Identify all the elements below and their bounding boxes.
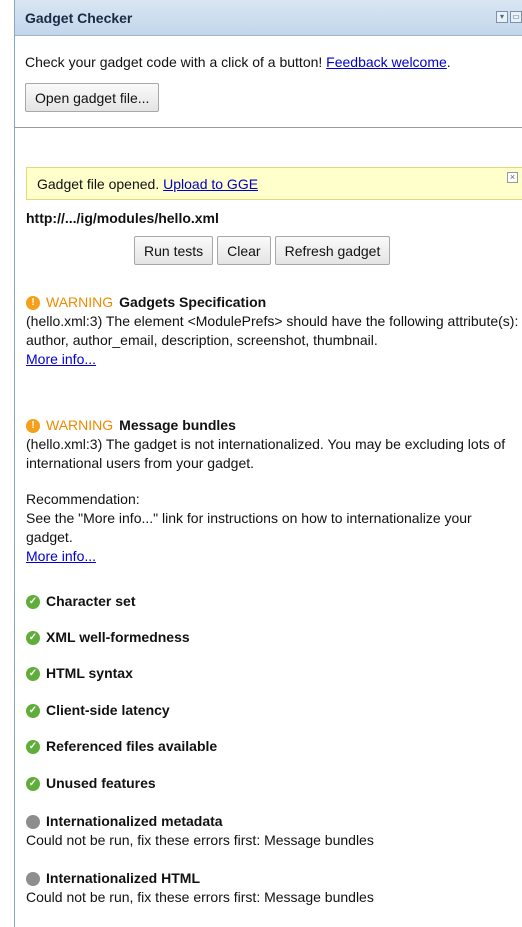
check-icon: ✓ (26, 703, 40, 718)
check-icon: ✓ (26, 739, 40, 754)
result-internationalized-metadata: Internationalized metadata Could not be … (26, 812, 522, 850)
result-passed: ✓ Client-side latency (26, 701, 522, 720)
check-icon: ✓ (26, 666, 40, 681)
result-message: (hello.xml:3) The gadget is not internat… (26, 436, 506, 471)
result-passed: ✓ Referenced files available (26, 737, 522, 756)
open-gadget-file-button[interactable]: Open gadget file... (25, 83, 160, 112)
refresh-gadget-button[interactable]: Refresh gadget (274, 236, 391, 265)
not-run-icon (26, 814, 40, 829)
not-run-icon (26, 871, 40, 886)
result-passed: ✓ Unused features (26, 774, 522, 793)
result-message: (hello.xml:3) The element <ModulePrefs> … (26, 313, 519, 348)
upload-to-gge-link[interactable]: Upload to GGE (163, 176, 258, 192)
clear-button[interactable]: Clear (217, 236, 271, 265)
warning-label: WARNING (46, 417, 114, 433)
check-icon: ✓ (26, 594, 40, 609)
result-passed: ✓ Character set (26, 592, 522, 611)
action-buttons: Run tests Clear Refresh gadget (134, 236, 391, 265)
dropdown-menu-icon[interactable]: ▾ (496, 11, 508, 23)
run-tests-button[interactable]: Run tests (134, 236, 214, 265)
panel-title: Gadget Checker (25, 9, 133, 26)
result-passed: ✓ HTML syntax (26, 664, 522, 683)
intro-text: Check your gadget code with a click of a… (25, 54, 451, 70)
recommendation-label: Recommendation: (26, 491, 140, 507)
warning-label: WARNING (46, 294, 114, 310)
more-info-link[interactable]: More info... (26, 548, 96, 564)
titlebar-controls: ▾ ▭ (496, 11, 522, 23)
recommendation-text: See the "More info..." link for instruct… (26, 510, 472, 545)
feedback-link[interactable]: Feedback welcome (326, 54, 447, 70)
check-icon: ✓ (26, 630, 40, 645)
result-passed: ✓ XML well-formedness (26, 628, 522, 647)
result-message: Could not be run, fix these errors first… (26, 832, 374, 848)
check-icon: ✓ (26, 776, 40, 791)
result-message: Could not be run, fix these errors first… (26, 889, 374, 905)
warning-icon: ! (26, 295, 40, 310)
result-title: Gadgets Specification (119, 294, 267, 310)
result-title: Message bundles (119, 417, 236, 433)
result-gadgets-specification: ! WARNING Gadgets Specification (hello.x… (26, 293, 522, 369)
close-icon[interactable]: × (507, 172, 518, 183)
panel-titlebar: Gadget Checker ▾ ▭ (15, 0, 522, 36)
result-message-bundles: ! WARNING Message bundles (hello.xml:3) … (26, 416, 522, 566)
divider (15, 127, 522, 128)
result-internationalized-html: Internationalized HTML Could not be run,… (26, 869, 522, 907)
gadget-file-url: http://.../ig/modules/hello.xml (26, 210, 219, 226)
more-info-link[interactable]: More info... (26, 351, 96, 367)
maximize-icon[interactable]: ▭ (510, 11, 522, 23)
warning-icon: ! (26, 418, 40, 433)
file-opened-notice: Gadget file opened. Upload to GGE × (26, 167, 522, 200)
